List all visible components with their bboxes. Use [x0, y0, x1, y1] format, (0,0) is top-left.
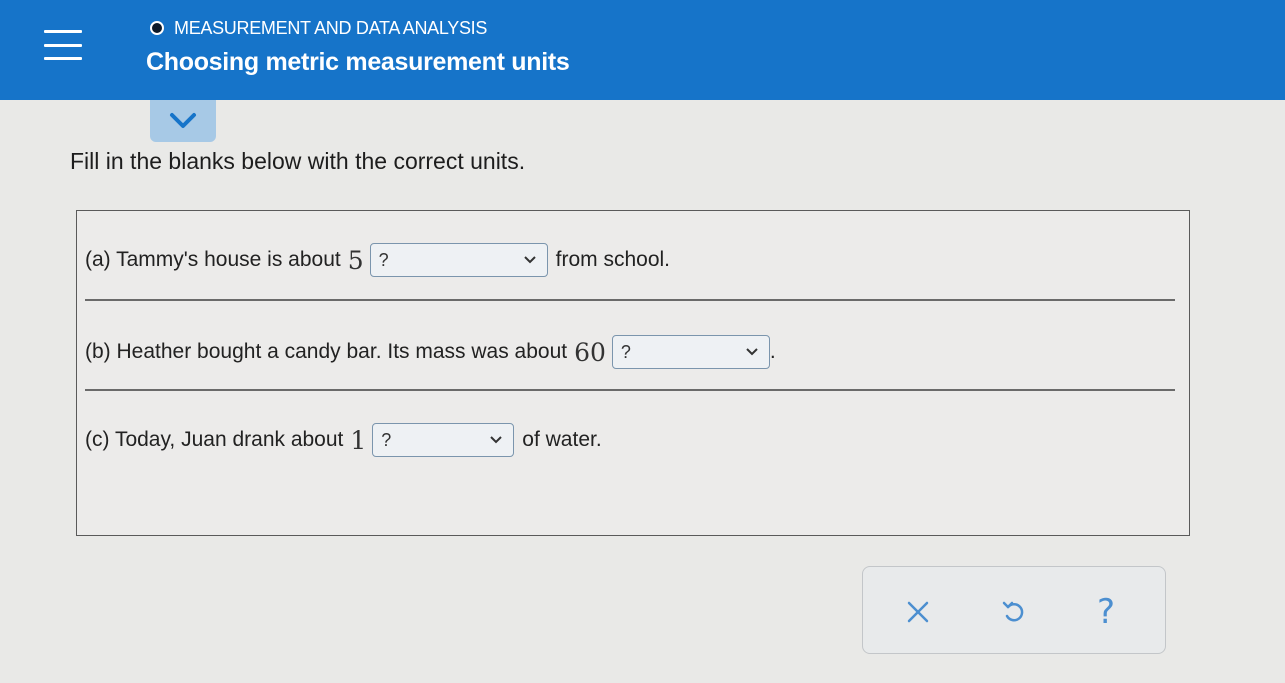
- select-value: ?: [620, 341, 631, 362]
- question-text: of water.: [522, 428, 602, 451]
- question-number: 1: [350, 425, 367, 455]
- topic-label: MEASUREMENT AND DATA ANALYSIS: [150, 17, 487, 39]
- question-box: (a) Tammy's house is about 5 ? from scho…: [76, 210, 1190, 536]
- select-value: ?: [381, 429, 392, 450]
- chevron-down-icon: [170, 113, 196, 128]
- question-row-c: (c) Today, Juan drank about 1 ? of water…: [85, 423, 602, 457]
- divider: [85, 299, 1175, 301]
- question-text: from school.: [555, 248, 671, 271]
- undo-button[interactable]: [991, 589, 1037, 635]
- action-bar: ?: [862, 566, 1166, 654]
- progress-dot-icon: [150, 21, 164, 35]
- expand-button[interactable]: [150, 100, 216, 142]
- question-row-b: (b) Heather bought a candy bar. Its mass…: [85, 335, 776, 369]
- clear-button[interactable]: [895, 589, 941, 635]
- chevron-down-icon: [746, 348, 758, 356]
- divider: [85, 389, 1175, 391]
- select-value: ?: [378, 249, 389, 270]
- question-number: 5: [347, 245, 364, 275]
- question-text: (b) Heather bought a candy bar. Its mass…: [85, 340, 568, 363]
- question-row-a: (a) Tammy's house is about 5 ? from scho…: [85, 243, 670, 277]
- question-text: (a) Tammy's house is about: [85, 248, 341, 271]
- question-text: (c) Today, Juan drank about: [85, 428, 344, 451]
- menu-icon[interactable]: [44, 30, 82, 60]
- instructions-text: Fill in the blanks below with the correc…: [70, 148, 526, 174]
- unit-select-b[interactable]: ?: [611, 335, 770, 369]
- topic-text: MEASUREMENT AND DATA ANALYSIS: [174, 17, 488, 38]
- unit-select-c[interactable]: ?: [372, 423, 515, 457]
- help-icon: ?: [1096, 592, 1116, 632]
- question-text: .: [769, 340, 776, 363]
- help-button[interactable]: ?: [1083, 589, 1129, 635]
- question-number: 60: [574, 337, 606, 367]
- undo-icon: [1002, 601, 1024, 622]
- chevron-down-icon: [490, 436, 503, 444]
- close-icon: [907, 601, 929, 623]
- chevron-down-icon: [523, 256, 536, 264]
- header-bar: MEASUREMENT AND DATA ANALYSIS Choosing m…: [0, 0, 1285, 100]
- page-title: Choosing metric measurement units: [146, 48, 570, 76]
- unit-select-a[interactable]: ?: [369, 243, 548, 277]
